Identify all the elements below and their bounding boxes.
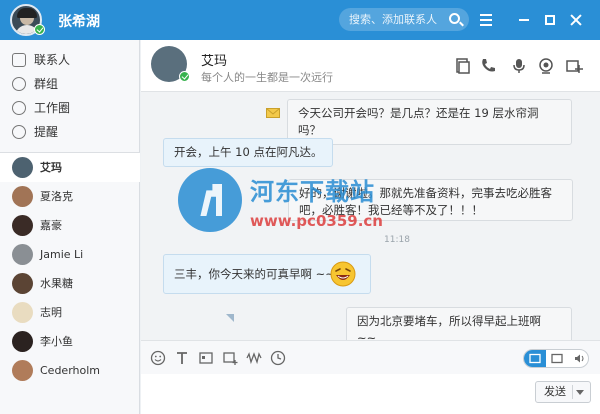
online-status-icon (34, 24, 45, 35)
search-box[interactable] (339, 8, 469, 31)
contacts-icon (12, 53, 26, 67)
contact-name: 嘉豪 (40, 219, 62, 232)
avatar (12, 302, 33, 323)
nav-label: 工作圈 (34, 101, 71, 115)
laughing-emoji-icon (330, 261, 356, 287)
contact-name: Jamie Li (40, 248, 84, 261)
contact-item[interactable]: 嘉豪 (0, 211, 140, 240)
send-button[interactable]: 发送 (535, 381, 591, 403)
add-chat-icon[interactable] (565, 57, 583, 75)
circle-icon (12, 101, 26, 115)
text-mode-button[interactable] (524, 350, 546, 367)
sidebar: 联系人 群组 工作圈 提醒 艾玛 夏洛克 嘉豪 Jamie Li 水果糖 志明 … (0, 40, 140, 414)
watermark-url: www.pc0359.cn (250, 212, 383, 230)
watermark: 河东下载站 www.pc0359.cn (178, 168, 418, 248)
contact-name: Cederholm (40, 364, 101, 377)
group-icon (12, 77, 26, 91)
avatar (12, 157, 33, 178)
image-icon[interactable] (198, 350, 214, 366)
avatar (12, 331, 33, 352)
peer-name: 艾玛 (201, 54, 228, 69)
mail-icon (266, 108, 280, 118)
minimize-icon[interactable] (514, 10, 534, 30)
divider (572, 385, 573, 399)
contact-item[interactable]: 艾玛 (0, 153, 140, 182)
nav-contacts[interactable]: 联系人 (0, 48, 140, 72)
contact-item[interactable]: 水果糖 (0, 269, 140, 298)
contact-item[interactable]: Cederholm (0, 356, 140, 385)
cursor-indicator-icon (226, 314, 234, 322)
message-bubble-incoming: 三丰，你今天来的可真早啊 ~~ (163, 254, 371, 294)
avatar (12, 360, 33, 381)
shake-icon[interactable] (246, 350, 262, 366)
contact-item[interactable]: 李小鱼 (0, 327, 140, 356)
online-status-icon (179, 71, 190, 82)
check-icon (12, 125, 26, 139)
watermark-title: 河东下载站 (250, 178, 375, 206)
contact-name: 李小鱼 (40, 335, 73, 348)
search-input[interactable] (349, 13, 444, 26)
contact-item[interactable]: 志明 (0, 298, 140, 327)
emoji-icon[interactable] (150, 350, 166, 366)
contact-name: 夏洛克 (40, 190, 73, 203)
menu-icon[interactable] (476, 10, 496, 30)
peer-status: 每个人的一生都是一次远行 (201, 71, 333, 84)
history-icon[interactable] (453, 57, 471, 75)
clock-icon[interactable] (270, 350, 286, 366)
message-bubble-incoming: 开会，上午 10 点在阿凡达。 (163, 138, 334, 167)
contact-name: 艾玛 (40, 161, 62, 174)
nav-label: 群组 (34, 77, 59, 91)
watermark-logo-icon (178, 168, 242, 232)
input-mode-switch (523, 349, 589, 368)
avatar (12, 215, 33, 236)
split-mode-button[interactable] (546, 350, 568, 367)
send-label: 发送 (544, 385, 566, 398)
nav-workcircle[interactable]: 工作圈 (0, 96, 140, 120)
font-icon[interactable] (174, 350, 190, 366)
avatar (12, 186, 33, 207)
avatar (12, 273, 33, 294)
composer-toolbar (141, 340, 600, 374)
nav-groups[interactable]: 群组 (0, 72, 140, 96)
nav-label: 提醒 (34, 125, 59, 139)
nav-label: 联系人 (34, 53, 71, 67)
contact-name: 志明 (40, 306, 62, 319)
avatar (12, 244, 33, 265)
contact-name: 水果糖 (40, 277, 73, 290)
chevron-down-icon[interactable] (576, 390, 584, 395)
contact-item[interactable]: Jamie Li (0, 240, 140, 269)
search-icon[interactable] (449, 13, 460, 24)
speaker-icon (575, 354, 584, 363)
window-icon (551, 353, 563, 364)
keyboard-icon (529, 353, 541, 364)
screenshot-icon[interactable] (222, 350, 238, 366)
contact-item[interactable]: 夏洛克 (0, 182, 140, 211)
message-input-area[interactable]: 发送 (141, 374, 600, 414)
chat-header: 艾玛 每个人的一生都是一次远行 (141, 40, 600, 92)
camera-icon[interactable] (537, 57, 555, 75)
voice-mode-button[interactable] (568, 350, 588, 367)
maximize-icon[interactable] (540, 10, 560, 30)
title-bar: 张希湖 (0, 0, 600, 40)
message-text: 三丰，你今天来的可真早啊 ~~ (174, 267, 335, 281)
nav-reminders[interactable]: 提醒 (0, 120, 140, 144)
my-name: 张希湖 (58, 14, 100, 30)
close-icon[interactable] (566, 10, 586, 30)
phone-icon[interactable] (479, 57, 497, 75)
microphone-icon[interactable] (510, 57, 528, 75)
